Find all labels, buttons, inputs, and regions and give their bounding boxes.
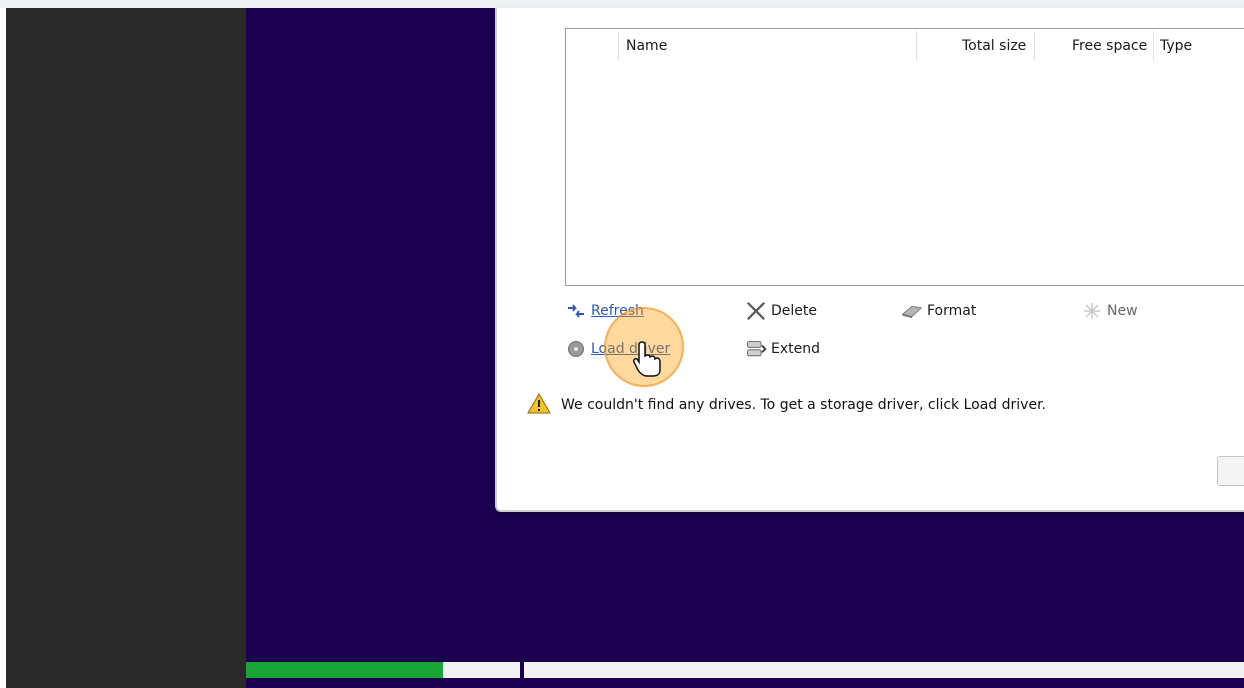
new-label: New	[1107, 303, 1138, 319]
no-drives-warning: We couldn't find any drives. To get a st…	[527, 392, 1046, 418]
progress-step-collecting-info	[246, 662, 520, 678]
column-separator	[1153, 31, 1154, 61]
delete-label: Delete	[771, 303, 817, 319]
extend-drive-icon	[745, 338, 767, 360]
new-button[interactable]: New	[1081, 300, 1138, 322]
delete-x-icon	[745, 300, 767, 322]
left-dark-panel	[6, 8, 246, 688]
progress-step-installing	[524, 662, 1244, 678]
column-separator	[1034, 31, 1035, 61]
column-header-total-size[interactable]: Total size	[962, 29, 1026, 63]
refresh-arrows-icon	[565, 300, 587, 322]
progress-fill	[246, 662, 444, 678]
delete-button[interactable]: Delete	[745, 300, 817, 322]
format-button[interactable]: Format	[901, 300, 976, 322]
next-button[interactable]	[1217, 456, 1244, 486]
disk-list[interactable]: Name Total size Free space Type	[565, 28, 1244, 286]
format-eraser-icon	[901, 300, 923, 322]
installation-progress	[246, 662, 1244, 678]
extend-button[interactable]: Extend	[745, 338, 820, 360]
column-separator	[618, 31, 619, 61]
warning-text: We couldn't find any drives. To get a st…	[561, 397, 1046, 413]
new-sparkle-icon	[1081, 300, 1103, 322]
warning-triangle-icon	[527, 392, 551, 418]
format-label: Format	[927, 303, 977, 319]
column-header-free-space[interactable]: Free space	[1072, 29, 1147, 63]
column-separator	[916, 31, 917, 61]
load-driver-disc-icon	[565, 338, 587, 360]
column-header-type[interactable]: Type	[1160, 29, 1192, 63]
top-strip	[0, 0, 1244, 8]
extend-label: Extend	[771, 341, 820, 357]
partition-dialog: Name Total size Free space Type Refresh …	[495, 8, 1244, 512]
column-header-name[interactable]: Name	[626, 29, 667, 63]
hand-cursor-icon	[632, 340, 662, 378]
